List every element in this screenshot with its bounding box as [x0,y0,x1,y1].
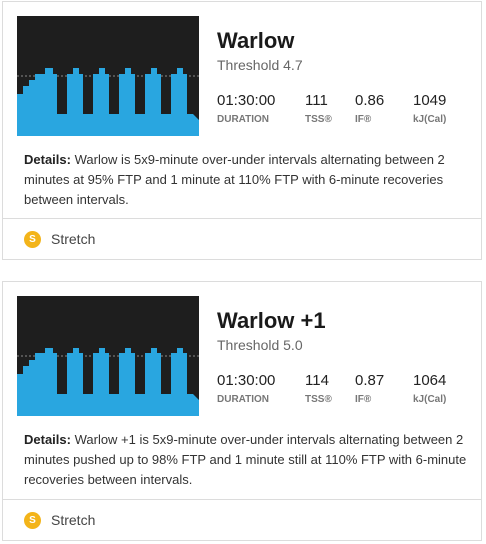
duration-value: 01:30:00 [217,372,276,389]
workout-title[interactable]: Warlow +1 [217,308,326,334]
kj-metric: 1064 kJ(Cal) [413,372,446,405]
tss-value: 114 [305,372,329,389]
duration-label: DURATION [217,394,270,405]
duration-metric: 01:30:00 DURATION [217,92,275,125]
duration-metric: 01:30:00 DURATION [217,372,275,405]
stretch-badge-icon: S [24,230,41,248]
tss-metric: 111 TSS® [305,92,332,125]
workout-card[interactable]: Warlow +1 Threshold 5.0 01:30:00 DURATIO… [2,281,482,541]
workout-profile-chart [17,16,199,136]
tss-value: 111 [305,92,328,109]
stretch-label: Stretch [51,231,96,247]
duration-value: 01:30:00 [217,92,276,109]
details-text: Warlow +1 is 5x9-minute over-under inter… [24,432,467,487]
workout-details: Details: Warlow +1 is 5x9-minute over-un… [24,430,470,490]
interval-blocks [17,68,199,136]
workout-title[interactable]: Warlow [217,28,294,54]
kj-label: kJ(Cal) [413,394,447,405]
kj-value: 1064 [413,372,447,389]
kj-value: 1049 [413,92,447,109]
kj-label: kJ(Cal) [413,114,447,125]
workout-profile-chart [17,296,199,416]
workout-details: Details: Warlow is 5x9-minute over-under… [24,150,470,210]
interval-graph-svg [17,68,199,136]
details-label: Details: [24,152,71,167]
stretch-badge-icon: S [24,511,41,529]
tss-metric: 114 TSS® [305,372,332,405]
stretch-link[interactable]: S Stretch [3,499,481,540]
stretch-link[interactable]: S Stretch [3,218,481,259]
workout-zone: Threshold 5.0 [217,337,303,353]
if-label: IF® [355,394,372,405]
if-value: 0.87 [355,372,385,389]
details-text: Warlow is 5x9-minute over-under interval… [24,152,445,207]
stretch-label: Stretch [51,512,96,528]
if-metric: 0.87 IF® [355,372,384,405]
interval-graph-svg [17,348,199,416]
if-label: IF® [355,114,372,125]
tss-label: TSS® [305,394,332,405]
if-metric: 0.86 IF® [355,92,384,125]
interval-blocks [17,348,199,416]
duration-label: DURATION [217,114,270,125]
kj-metric: 1049 kJ(Cal) [413,92,446,125]
workout-zone: Threshold 4.7 [217,57,303,73]
tss-label: TSS® [305,114,332,125]
details-label: Details: [24,432,71,447]
workout-card[interactable]: Warlow Threshold 4.7 01:30:00 DURATION 1… [2,1,482,260]
if-value: 0.86 [355,92,385,109]
